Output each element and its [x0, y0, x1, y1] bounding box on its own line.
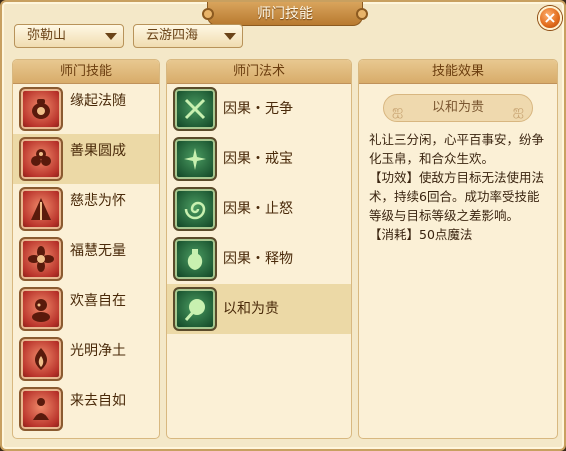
monk-icon: [19, 287, 63, 331]
window-title: 师门技能: [202, 2, 368, 26]
spell-row-wuzheng[interactable]: 因果・无争: [167, 84, 351, 134]
spell-row-yihe[interactable]: 以和为贵: [167, 284, 351, 334]
spell-row-shiwu[interactable]: 因果・释物: [167, 234, 351, 284]
skill-row-laiqu[interactable]: 来去自如: [13, 384, 159, 434]
selected-skill-name: 以和为贵: [383, 94, 533, 124]
school-dropdown-value: 弥勒山: [27, 28, 67, 43]
school-skills-panel: 师门技能 缘起法随 善果圆成 慈悲为怀 福慧无量 欢喜自在 光明净土 来去自如: [12, 59, 160, 439]
skill-row-huanxi[interactable]: 欢喜自在: [13, 284, 159, 334]
crossed-blades-icon: [173, 87, 217, 131]
skill-row-cibei[interactable]: 慈悲为怀: [13, 184, 159, 234]
school-dropdown[interactable]: 弥勒山: [14, 24, 124, 48]
skill-label: 缘起法随: [70, 93, 126, 109]
spell-row-zhinu[interactable]: 因果・止怒: [167, 184, 351, 234]
skill-cost: 【消耗】50点魔法: [369, 227, 473, 242]
spell-row-jiebao[interactable]: 因果・戒宝: [167, 134, 351, 184]
skill-window: 师门技能 × 弥勒山 云游四海 师门技能 缘起法随 善果圆成 慈悲为怀 福慧无量…: [0, 0, 566, 451]
skill-effect: 【功效】使敌方目标无法使用法术，持续6回合。成功率受技能等级与目标等级之差影响。: [369, 170, 545, 223]
skill-label: 光明净土: [70, 343, 126, 359]
skill-row-fuhui[interactable]: 福慧无量: [13, 234, 159, 284]
flame-icon: [19, 337, 63, 381]
skill-description: 礼让三分闲，心平百事安，纷争化玉帛，和合众生欢。: [369, 132, 545, 166]
vase-icon: [173, 237, 217, 281]
pot-icon: [19, 87, 63, 131]
close-button[interactable]: ×: [538, 6, 562, 30]
chevron-down-icon: [105, 33, 117, 40]
chevron-down-icon: [224, 33, 236, 40]
skill-label: 来去自如: [70, 393, 126, 409]
seated-figure-icon: [19, 387, 63, 431]
close-icon: ×: [543, 8, 557, 27]
spell-label: 因果・止怒: [223, 201, 293, 217]
lotus-icon: [19, 237, 63, 281]
skill-row-guangming[interactable]: 光明净土: [13, 334, 159, 384]
skill-label: 善果圆成: [70, 143, 126, 159]
skill-label: 欢喜自在: [70, 293, 126, 309]
skill-label: 慈悲为怀: [70, 193, 126, 209]
robe-icon: [19, 187, 63, 231]
skill-row-yuanqi[interactable]: 缘起法随: [13, 84, 159, 134]
spell-label: 因果・戒宝: [223, 151, 293, 167]
spark-burst-icon: [173, 137, 217, 181]
vortex-icon: [173, 187, 217, 231]
spell-label: 因果・释物: [223, 251, 293, 267]
school-skills-header: 师门技能: [13, 60, 159, 84]
skill-effect-panel: 技能效果 以和为贵 礼让三分闲，心平百事安，纷争化玉帛，和合众生欢。 【功效】使…: [358, 59, 558, 439]
region-dropdown-value: 云游四海: [146, 28, 199, 43]
skill-effect-header: 技能效果: [359, 60, 557, 84]
fruit-basket-icon: [19, 137, 63, 181]
skill-row-shanguo[interactable]: 善果圆成: [13, 134, 159, 184]
skill-label: 福慧无量: [70, 243, 126, 259]
spell-label: 以和为贵: [223, 301, 279, 317]
region-dropdown[interactable]: 云游四海: [133, 24, 243, 48]
fan-icon: [173, 287, 217, 331]
skill-description-block: 礼让三分闲，心平百事安，纷争化玉帛，和合众生欢。 【功效】使敌方目标无法使用法术…: [359, 122, 557, 244]
school-spells-panel: 师门法术 因果・无争 因果・戒宝 因果・止怒 因果・释物 以和为贵: [166, 59, 352, 439]
school-spells-header: 师门法术: [167, 60, 351, 84]
spell-label: 因果・无争: [223, 101, 293, 117]
